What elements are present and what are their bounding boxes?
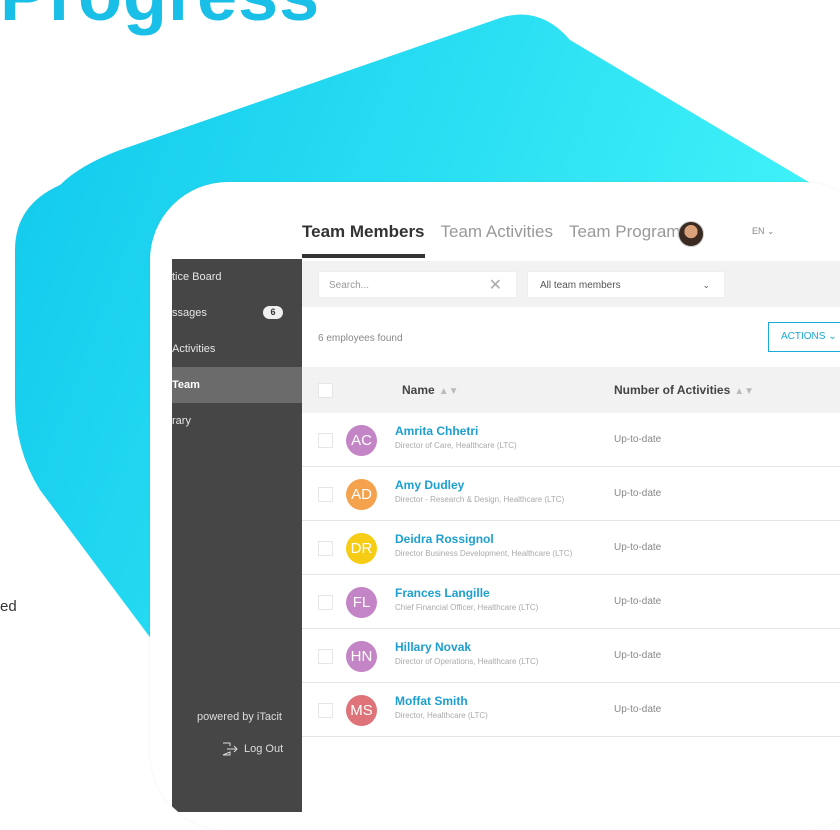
clear-search-icon[interactable]: ✕	[489, 272, 502, 299]
sidebar-item-team[interactable]: Team	[172, 367, 302, 403]
avatar: AD	[346, 479, 377, 510]
avatar: MS	[346, 695, 377, 726]
logout-icon	[222, 742, 238, 756]
user-avatar[interactable]	[678, 221, 704, 247]
toolbar: Search... ✕ All team members ⌄	[302, 261, 840, 307]
employee-title: Director of Care, Healthcare (LTC)	[395, 441, 517, 450]
side-caption: ed	[0, 598, 17, 615]
app-screen: tice Board ssages 6 Activities Team rary …	[172, 186, 840, 812]
actions-button[interactable]: ACTIONS ⌄	[768, 322, 840, 352]
row-checkbox[interactable]	[318, 703, 333, 718]
sidebar-item-label: tice Board	[172, 271, 222, 283]
column-header-activities[interactable]: Number of Activities ▲▼	[614, 383, 754, 397]
employee-name-link[interactable]: Frances Langille	[395, 586, 490, 600]
chevron-down-icon: ⌄	[828, 331, 837, 342]
activity-status: Up-to-date	[614, 704, 662, 715]
activity-status: Up-to-date	[614, 542, 662, 553]
employee-title: Director of Operations, Healthcare (LTC)	[395, 657, 539, 666]
hero-title: Progress	[0, 0, 320, 32]
sidebar-item-label: ssages	[172, 307, 207, 319]
employee-title: Director - Research & Design, Healthcare…	[395, 495, 565, 504]
messages-count-badge: 6	[263, 306, 283, 319]
column-name-label: Name	[402, 383, 435, 397]
avatar: DR	[346, 533, 377, 564]
column-activities-label: Number of Activities	[614, 383, 731, 397]
language-selector[interactable]: EN ⌄	[752, 226, 775, 237]
sidebar-item-label: Activities	[172, 343, 216, 355]
sort-icon[interactable]: ▲▼	[439, 386, 459, 397]
sidebar: tice Board ssages 6 Activities Team rary …	[172, 259, 302, 812]
row-checkbox[interactable]	[318, 487, 333, 502]
employee-name-link[interactable]: Deidra Rossignol	[395, 532, 494, 546]
search-placeholder: Search...	[329, 280, 370, 291]
tab-bar: Team Members Team Activities Team Progra…	[302, 220, 689, 260]
table-row[interactable]: FL Frances Langille Chief Financial Offi…	[302, 575, 840, 629]
employee-title: Director, Healthcare (LTC)	[395, 711, 488, 720]
table-row[interactable]: HN Hillary Novak Director of Operations,…	[302, 629, 840, 683]
sidebar-item-label: rary	[172, 415, 191, 427]
employee-name-link[interactable]: Amy Dudley	[395, 478, 464, 492]
row-checkbox[interactable]	[318, 649, 333, 664]
main-content: Team Members Team Activities Team Progra…	[302, 186, 840, 786]
select-all-checkbox[interactable]	[318, 383, 333, 398]
device-frame: tice Board ssages 6 Activities Team rary …	[150, 182, 840, 830]
table-row[interactable]: AD Amy Dudley Director - Research & Desi…	[302, 467, 840, 521]
table-row[interactable]: MS Moffat Smith Director, Healthcare (LT…	[302, 683, 840, 737]
row-checkbox[interactable]	[318, 595, 333, 610]
chevron-down-icon: ⌄	[702, 280, 710, 290]
tab-team-activities[interactable]: Team Activities	[441, 220, 553, 258]
sidebar-item-notice-board[interactable]: tice Board	[172, 259, 302, 295]
results-count: 6 employees found	[318, 333, 403, 344]
tab-team-programs[interactable]: Team Programs	[569, 220, 689, 258]
employee-name-link[interactable]: Hillary Novak	[395, 640, 471, 654]
activity-status: Up-to-date	[614, 434, 662, 445]
filter-value: All team members	[540, 280, 621, 291]
sidebar-item-activities[interactable]: Activities	[172, 331, 302, 367]
column-header-name[interactable]: Name ▲▼	[402, 383, 458, 397]
actions-label: ACTIONS	[781, 331, 826, 342]
employee-name-link[interactable]: Moffat Smith	[395, 694, 468, 708]
table-row[interactable]: AC Amrita Chhetri Director of Care, Heal…	[302, 413, 840, 467]
employee-name-link[interactable]: Amrita Chhetri	[395, 424, 478, 438]
table-header: Name ▲▼ Number of Activities ▲▼	[302, 367, 840, 413]
sort-icon[interactable]: ▲▼	[734, 386, 754, 397]
activity-status: Up-to-date	[614, 596, 662, 607]
powered-by-text: powered by iTacit	[197, 711, 282, 723]
sidebar-item-label: Team	[172, 379, 200, 391]
avatar: AC	[346, 425, 377, 456]
avatar: HN	[346, 641, 377, 672]
employee-title: Chief Financial Officer, Healthcare (LTC…	[395, 603, 539, 612]
sidebar-item-messages[interactable]: ssages 6	[172, 295, 302, 331]
logout-button[interactable]: Log Out	[222, 742, 283, 756]
tab-team-members[interactable]: Team Members	[302, 220, 425, 258]
logout-label: Log Out	[244, 743, 284, 755]
team-filter-select[interactable]: All team members ⌄	[527, 271, 725, 298]
avatar: FL	[346, 587, 377, 618]
activity-status: Up-to-date	[614, 488, 662, 499]
table-row[interactable]: DR Deidra Rossignol Director Business De…	[302, 521, 840, 575]
search-input[interactable]: Search... ✕	[318, 271, 517, 298]
row-checkbox[interactable]	[318, 541, 333, 556]
activity-status: Up-to-date	[614, 650, 662, 661]
row-checkbox[interactable]	[318, 433, 333, 448]
sidebar-item-library[interactable]: rary	[172, 403, 302, 439]
employee-title: Director Business Development, Healthcar…	[395, 549, 573, 558]
table-body: AC Amrita Chhetri Director of Care, Heal…	[302, 413, 840, 737]
